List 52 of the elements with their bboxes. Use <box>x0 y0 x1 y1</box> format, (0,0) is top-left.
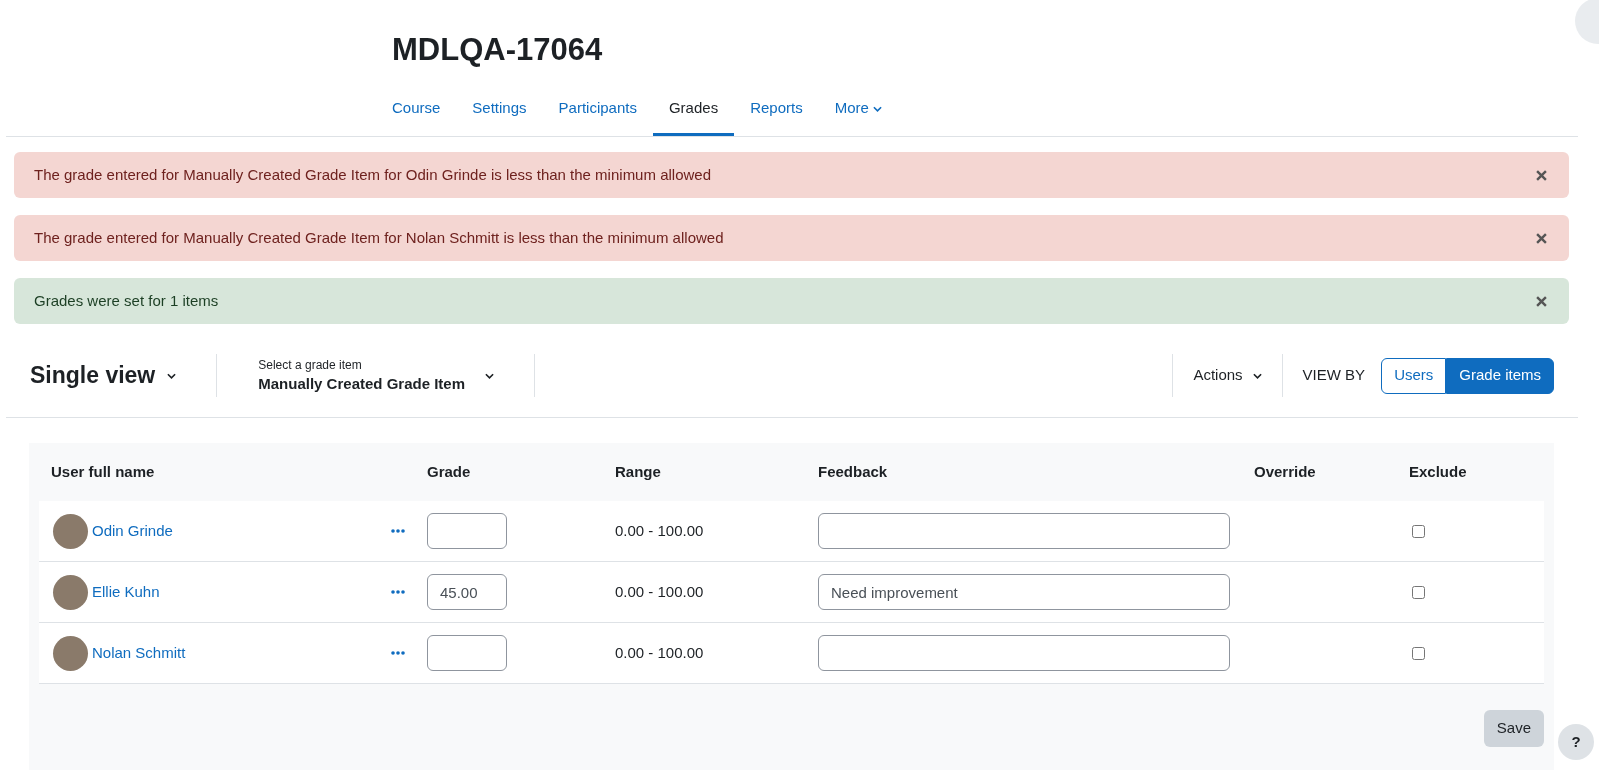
report-selector[interactable]: Single view <box>30 358 177 393</box>
feedback-input[interactable] <box>818 635 1230 671</box>
more-options-icon[interactable] <box>391 651 405 655</box>
column-header: Range <box>614 461 662 482</box>
column-header: Exclude <box>1408 461 1468 482</box>
exclude-checkbox[interactable] <box>1412 524 1425 538</box>
view-by-label: VIEW BY <box>1302 365 1366 386</box>
exclude-checkbox[interactable] <box>1412 585 1425 599</box>
nav-tab[interactable]: Participants <box>542 84 653 136</box>
nav-tab[interactable]: Course <box>376 84 457 136</box>
caret-icon <box>167 372 177 379</box>
nav-tab[interactable]: Reports <box>734 84 819 136</box>
column-header: Grade <box>426 461 472 482</box>
view-by-toggle[interactable]: Users <box>1381 357 1447 394</box>
avatar-placeholder <box>53 635 88 671</box>
column-header: Override <box>1253 461 1317 482</box>
column-header: Feedback <box>817 461 889 482</box>
help-button[interactable]: ? <box>1558 724 1594 760</box>
save-button[interactable]: Save <box>1483 710 1544 747</box>
nav-tab[interactable]: Settings <box>456 84 543 136</box>
range-cell-text: 0.00 - 100.00 <box>614 581 705 602</box>
user-name-link[interactable]: Nolan Schmitt <box>92 641 186 665</box>
alert-message: The grade entered for Manually Created Grade Item for Nolan Schmitt is less than the minimum allowed <box>34 227 724 248</box>
page-title: MDLQA-17064 <box>392 31 604 69</box>
close-icon[interactable] <box>1536 169 1547 181</box>
avatar-placeholder <box>53 513 88 549</box>
feedback-input[interactable] <box>818 513 1230 549</box>
caret-icon <box>1252 372 1262 379</box>
nav-tab[interactable]: More <box>818 84 898 136</box>
range-cell-text: 0.00 - 100.00 <box>614 642 705 663</box>
alert-message: The grade entered for Manually Created Grade Item for Odin Grinde is less than the minimum allowed <box>34 164 711 185</box>
more-options-icon[interactable] <box>391 529 405 533</box>
user-name-link[interactable]: Ellie Kuhn <box>92 580 160 604</box>
caret-icon <box>872 105 882 112</box>
grade-input[interactable] <box>427 635 507 671</box>
grade-input[interactable]: 45.00 <box>427 574 507 610</box>
nav-tab[interactable]: Grades <box>652 84 735 136</box>
caret-icon <box>485 372 494 379</box>
close-icon[interactable] <box>1536 232 1547 244</box>
alert-message: Grades were set for 1 items <box>34 290 219 311</box>
more-options-icon[interactable] <box>391 590 405 594</box>
actions-menu[interactable]: Actions <box>1193 364 1262 387</box>
user-name-link[interactable]: Odin Grinde <box>92 519 173 543</box>
view-by-toggle[interactable]: Grade items <box>1446 357 1554 394</box>
close-icon[interactable] <box>1536 295 1547 307</box>
avatar-placeholder <box>53 574 88 610</box>
feedback-input[interactable]: Need improvement <box>818 574 1230 610</box>
grade-item-selector[interactable]: Select a grade item Manually Created Grade Item <box>258 356 494 395</box>
column-header: User full name <box>50 461 156 482</box>
range-cell-text: 0.00 - 100.00 <box>614 520 705 541</box>
exclude-checkbox[interactable] <box>1412 646 1425 660</box>
grade-input[interactable] <box>427 513 507 549</box>
